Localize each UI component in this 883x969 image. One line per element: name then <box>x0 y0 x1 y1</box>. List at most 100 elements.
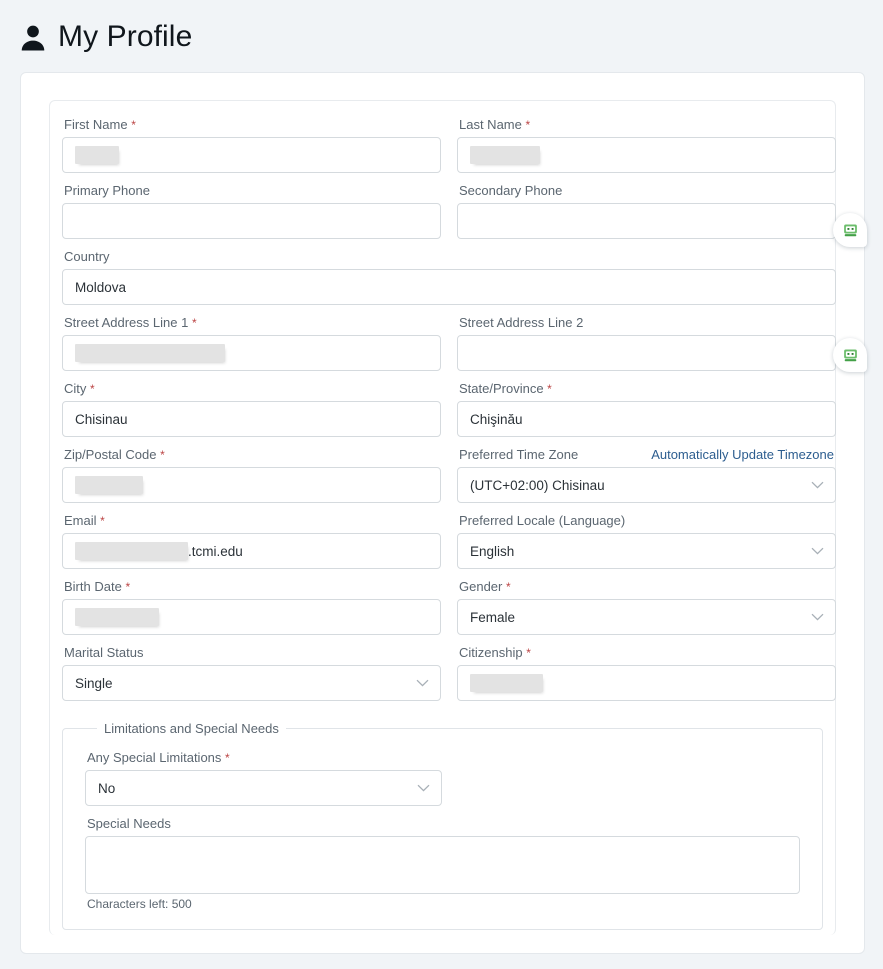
field-any-special-limitations: Any Special Limitations * No <box>85 750 800 806</box>
city-input[interactable]: Chisinau <box>62 401 441 437</box>
redacted-value-birth-date <box>75 608 159 626</box>
required-marker: * <box>125 580 131 594</box>
page-title: My Profile <box>58 20 193 53</box>
label-marital-status: Marital Status <box>64 645 144 660</box>
profile-card: First Name * Last Name * Primary Phone S… <box>20 72 867 954</box>
citizenship-input[interactable] <box>457 665 836 701</box>
label-gender: Gender * <box>459 579 511 594</box>
email-input[interactable]: .tcmi.edu <box>62 533 441 569</box>
chevron-down-icon <box>417 784 430 792</box>
label-street-address-1: Street Address Line 1 * <box>64 315 197 330</box>
zip-postal-code-input[interactable] <box>62 467 441 503</box>
preferred-time-zone-value: (UTC+02:00) Chisinau <box>470 477 605 493</box>
label-row-preferred-time-zone: Preferred Time Zone Automatically Update… <box>457 447 836 467</box>
field-city: City * Chisinau <box>62 381 441 447</box>
label-primary-phone: Primary Phone <box>64 183 150 198</box>
automatically-update-timezone-link[interactable]: Automatically Update Timezone <box>651 447 834 467</box>
special-needs-textarea[interactable] <box>85 836 800 894</box>
country-input[interactable]: Moldova <box>62 269 836 305</box>
field-zip-postal-code: Zip/Postal Code * <box>62 447 441 513</box>
form-row-phones: Primary Phone Secondary Phone <box>62 183 836 249</box>
field-state-province: State/Province * Chişinău <box>457 381 836 447</box>
field-citizenship: Citizenship * <box>457 645 836 711</box>
gender-value: Female <box>470 609 516 625</box>
field-preferred-locale: Preferred Locale (Language) English <box>457 513 836 579</box>
form-row-street: Street Address Line 1 * Street Address L… <box>62 315 836 381</box>
marital-status-value: Single <box>75 675 113 691</box>
label-email: Email * <box>64 513 105 528</box>
redacted-value-last-name <box>470 146 540 164</box>
form-row-city-state: City * Chisinau State/Province * Chişină… <box>62 381 836 447</box>
required-marker: * <box>100 514 105 528</box>
required-marker: * <box>225 751 230 765</box>
street-address-1-input[interactable] <box>62 335 441 371</box>
label-preferred-time-zone: Preferred Time Zone <box>459 447 579 462</box>
chevron-down-icon <box>811 547 824 555</box>
field-preferred-time-zone: Preferred Time Zone Automatically Update… <box>457 447 836 513</box>
special-needs-character-counter: Characters left: 500 <box>87 897 192 911</box>
form-row-names: First Name * Last Name * <box>62 117 836 183</box>
chevron-down-icon <box>811 613 824 621</box>
required-marker: * <box>90 382 95 396</box>
limitations-and-special-needs-fieldset: Limitations and Special Needs Any Specia… <box>62 721 823 930</box>
limitations-fieldset-legend: Limitations and Special Needs <box>104 721 279 736</box>
field-last-name: Last Name * <box>457 117 836 183</box>
field-birth-date: Birth Date * <box>62 579 441 645</box>
label-secondary-phone: Secondary Phone <box>459 183 563 198</box>
email-domain-text: .tcmi.edu <box>188 543 243 559</box>
preferred-locale-select[interactable]: English <box>457 533 836 569</box>
marital-status-select[interactable]: Single <box>62 665 441 701</box>
label-street-address-2: Street Address Line 2 <box>459 315 584 330</box>
field-street-address-2: Street Address Line 2 <box>457 315 836 381</box>
field-gender: Gender * Female <box>457 579 836 645</box>
required-marker: * <box>547 382 552 396</box>
label-first-name: First Name * <box>64 117 136 132</box>
field-email: Email * .tcmi.edu <box>62 513 441 579</box>
required-marker: * <box>506 580 511 594</box>
field-secondary-phone: Secondary Phone <box>457 183 836 249</box>
label-last-name: Last Name * <box>459 117 531 132</box>
last-name-input[interactable] <box>457 137 836 173</box>
state-province-input[interactable]: Chişinău <box>457 401 836 437</box>
label-birth-date: Birth Date * <box>64 579 131 594</box>
any-special-limitations-select[interactable]: No <box>85 770 442 806</box>
chevron-down-icon <box>811 481 824 489</box>
redacted-value-citizenship <box>470 674 543 692</box>
redacted-value-street-address-1 <box>75 344 225 362</box>
preferred-time-zone-select[interactable]: (UTC+02:00) Chisinau <box>457 467 836 503</box>
required-marker: * <box>160 448 165 462</box>
person-icon <box>20 23 46 53</box>
required-marker: * <box>526 646 531 660</box>
form-row-country: Country Moldova <box>62 249 836 315</box>
redacted-value-zip-postal-code <box>75 476 143 494</box>
required-marker: * <box>525 118 531 132</box>
robot-icon-country[interactable] <box>833 338 867 372</box>
redacted-value-first-name <box>75 146 119 164</box>
label-special-needs: Special Needs <box>87 816 171 831</box>
required-marker: * <box>131 118 136 132</box>
label-preferred-locale: Preferred Locale (Language) <box>459 513 626 528</box>
label-zip-postal-code: Zip/Postal Code * <box>64 447 165 462</box>
birth-date-input[interactable] <box>62 599 441 635</box>
field-first-name: First Name * <box>62 117 441 183</box>
label-citizenship: Citizenship * <box>459 645 531 660</box>
form-row-email-locale: Email * .tcmi.edu Preferred Locale (Lang… <box>62 513 836 579</box>
label-any-special-limitations: Any Special Limitations * <box>87 750 230 765</box>
any-special-limitations-value: No <box>98 780 116 796</box>
page-header: My Profile <box>0 0 883 64</box>
field-street-address-1: Street Address Line 1 * <box>62 315 441 381</box>
first-name-input[interactable] <box>62 137 441 173</box>
field-marital-status: Marital Status Single <box>62 645 441 711</box>
street-address-2-input[interactable] <box>457 335 836 371</box>
chevron-down-icon <box>416 679 429 687</box>
field-primary-phone: Primary Phone <box>62 183 441 249</box>
form-row-zip-timezone: Zip/Postal Code * Preferred Time Zone Au… <box>62 447 836 513</box>
preferred-locale-value: English <box>470 543 515 559</box>
robot-icon-last-name[interactable] <box>833 213 867 247</box>
field-country: Country Moldova <box>62 249 836 315</box>
label-city: City * <box>64 381 95 396</box>
gender-select[interactable]: Female <box>457 599 836 635</box>
form-row-marital-citizenship: Marital Status Single Citizenship * <box>62 645 836 711</box>
primary-phone-input[interactable] <box>62 203 441 239</box>
secondary-phone-input[interactable] <box>457 203 836 239</box>
